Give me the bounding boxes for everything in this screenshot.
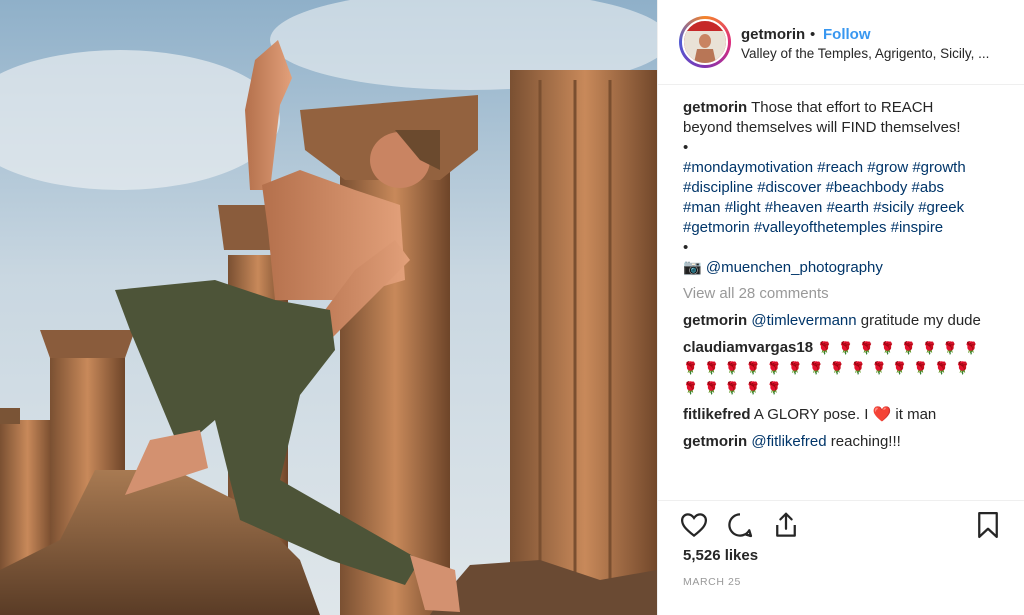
comment-text: A GLORY pose. I (753, 406, 869, 423)
comment-item: fitlikefred A GLORY pose. I ❤️ it man (683, 405, 1013, 425)
caption-username[interactable]: getmorin (683, 99, 747, 116)
instagram-post: getmorin • Follow Valley of the Temples,… (0, 0, 1024, 615)
hashtag-link[interactable]: #reach (817, 159, 863, 176)
hashtag-link[interactable]: #discipline (683, 179, 753, 196)
caption-bullet: • (683, 239, 689, 256)
heart-emoji: ❤️ (872, 406, 892, 423)
hashtag-link[interactable]: #sicily (873, 199, 914, 216)
hashtag-line: #discipline #discover #beachbody #abs (683, 178, 1013, 198)
post-header: getmorin • Follow Valley of the Temples,… (658, 0, 1024, 85)
hashtag-link[interactable]: #growth (912, 159, 965, 176)
comment-username[interactable]: getmorin (683, 312, 747, 329)
hashtag-link[interactable]: #light (725, 199, 761, 216)
location-link[interactable]: Valley of the Temples, Agrigento, Sicily… (741, 46, 989, 61)
caption-text: Those that effort to REACH (751, 99, 934, 116)
share-icon[interactable] (771, 510, 801, 540)
hashtag-link[interactable]: #earth (826, 199, 869, 216)
comment-username[interactable]: claudiamvargas18 (683, 339, 813, 356)
view-all-comments-link[interactable]: View all 28 comments (683, 284, 1013, 304)
hashtag-line: #getmorin #valleyofthetemples #inspire (683, 218, 1013, 238)
rose-emojis: 🌹🌹🌹🌹🌹🌹🌹🌹 (817, 341, 985, 355)
header-separator: • (810, 26, 816, 43)
hashtag-line: #mondaymotivation #reach #grow #growth (683, 158, 1013, 178)
hashtag-link[interactable]: #discover (757, 179, 821, 196)
comment-mention[interactable]: @fitlikefred (751, 433, 826, 450)
header-username[interactable]: getmorin (741, 26, 805, 43)
rose-emojis: 🌹🌹🌹🌹🌹 (683, 381, 788, 395)
hashtag-link[interactable]: #grow (867, 159, 908, 176)
comment-icon[interactable] (725, 510, 755, 540)
caption-bullet: • (683, 139, 689, 156)
comment-text: it man (895, 406, 937, 423)
comment-text: reaching!!! (830, 433, 901, 450)
hashtag-link[interactable]: #beachbody (826, 179, 908, 196)
comment-item: getmorin @timlevermann gratitude my dude (683, 311, 1013, 331)
post-date: MARCH 25 (683, 576, 741, 588)
comments-section: getmorin Those that effort to REACH beyo… (683, 98, 1013, 459)
hashtag-link[interactable]: #greek (918, 199, 964, 216)
hashtag-link[interactable]: #mondaymotivation (683, 159, 813, 176)
hashtag-link[interactable]: #man (683, 199, 721, 216)
likes-count[interactable]: 5,526 likes (683, 547, 758, 564)
hashtag-link[interactable]: #valleyofthetemples (754, 219, 887, 236)
column-right (510, 70, 657, 615)
follow-button[interactable]: Follow (823, 26, 871, 43)
comment-mention[interactable]: @timlevermann (751, 312, 856, 329)
hashtag-link[interactable]: #heaven (765, 199, 823, 216)
comment-username[interactable]: getmorin (683, 433, 747, 450)
post-side-panel: getmorin • Follow Valley of the Temples,… (657, 0, 1024, 615)
hashtag-link[interactable]: #abs (912, 179, 945, 196)
hashtag-line: #man #light #heaven #earth #sicily #gree… (683, 198, 1013, 218)
action-bar (680, 510, 1003, 540)
comment-username[interactable]: fitlikefred (683, 406, 751, 423)
comment-text: gratitude my dude (860, 312, 981, 329)
comment-item: claudiamvargas18 🌹🌹🌹🌹🌹🌹🌹🌹 🌹🌹🌹🌹🌹🌹🌹🌹🌹🌹🌹🌹🌹🌹… (683, 338, 1013, 398)
bookmark-icon[interactable] (973, 510, 1003, 540)
magazine-cover-thumbnail (684, 21, 726, 63)
avatar-story-ring[interactable] (679, 16, 731, 68)
camera-icon: 📷 (683, 259, 702, 276)
hashtag-link[interactable]: #getmorin (683, 219, 750, 236)
post-photo[interactable] (0, 0, 657, 615)
divider (658, 500, 1024, 501)
photographer-credit: 📷 @muenchen_photography (683, 258, 1013, 278)
hashtag-link[interactable]: #inspire (891, 219, 944, 236)
caption-line: getmorin Those that effort to REACH (683, 98, 1013, 118)
heart-icon[interactable] (679, 510, 709, 540)
photo-scene (0, 0, 657, 615)
caption-text-line2: beyond themselves will FIND themselves! (683, 119, 961, 136)
avatar[interactable] (682, 19, 728, 65)
photographer-mention[interactable]: @muenchen_photography (706, 259, 883, 276)
rose-emojis: 🌹🌹🌹🌹🌹🌹🌹🌹🌹🌹🌹🌹🌹🌹 (683, 361, 977, 375)
comment-item: getmorin @fitlikefred reaching!!! (683, 432, 1013, 452)
